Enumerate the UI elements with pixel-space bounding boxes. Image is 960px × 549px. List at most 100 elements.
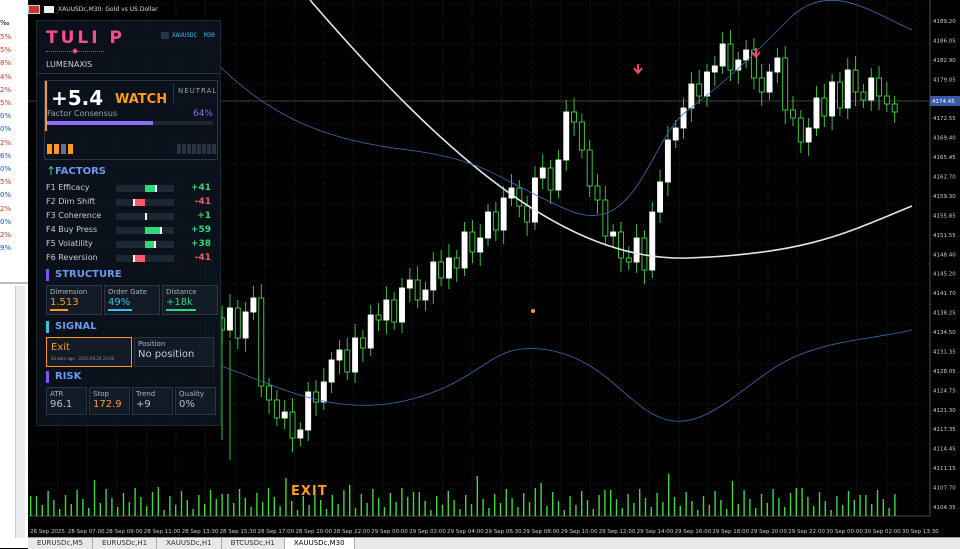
- candle: [281, 411, 288, 419]
- candle: [250, 297, 257, 313]
- price-tick-label: 4145.20: [933, 272, 956, 278]
- chart-tab[interactable]: EURUSDc,M5: [28, 538, 93, 549]
- risk-card-label: Stop: [93, 390, 109, 398]
- candle: [359, 337, 366, 349]
- factor-name: F2 Dim Shift: [46, 197, 96, 206]
- price-tick-label: 4134.50: [933, 330, 956, 336]
- consensus-segment: [61, 144, 66, 154]
- time-tick-label: 28 Sep 07:00: [68, 529, 105, 535]
- candle: [430, 261, 437, 291]
- candle: [516, 187, 523, 207]
- market-watch-header: ‰: [0, 19, 10, 27]
- risk-card: Quality 0%: [175, 387, 216, 415]
- factor-name: F3 Coherence: [46, 211, 102, 220]
- time-tick-label: 28 Sep 09:00: [106, 529, 143, 535]
- consensus-track: [47, 121, 213, 125]
- risk-card: Trend +9: [132, 387, 173, 415]
- factor-track: [116, 255, 174, 262]
- candle: [227, 307, 233, 331]
- time-tick-label: 29 Sep 10:00: [561, 529, 598, 535]
- time-tick-label: 29 Sep 04:00: [447, 529, 484, 535]
- position-label: Position: [138, 340, 166, 348]
- chart-title: XAUUSDc,M30: Gold vs US Dollar: [58, 5, 158, 13]
- chart-tab[interactable]: XAUUSDc,M30: [284, 538, 355, 549]
- candle: [578, 121, 585, 151]
- factor-row: F4 Buy Press +59: [46, 225, 216, 237]
- candle: [727, 43, 734, 71]
- chart-tab[interactable]: XAUUSDc,H1: [157, 538, 222, 549]
- candle: [813, 97, 820, 129]
- market-watch-value: 2%: [0, 138, 12, 147]
- structure-card-bar: [108, 309, 132, 311]
- consensus-segment: [68, 144, 73, 154]
- candle: [445, 257, 452, 279]
- consensus-segment: [182, 144, 186, 154]
- candle: [328, 359, 335, 383]
- score-box: +5.4 WATCH NEUTRAL Factor Consensus 64%: [44, 80, 218, 160]
- candle: [500, 197, 507, 231]
- candle: [399, 287, 405, 323]
- candle: [766, 71, 773, 93]
- candle: [555, 159, 562, 191]
- bias-label: NEUTRAL: [178, 87, 218, 95]
- candle: [586, 149, 593, 187]
- risk-card-value: 96.1: [50, 399, 73, 410]
- factor-name: F4 Buy Press: [46, 225, 98, 234]
- factor-value: +38: [190, 239, 211, 249]
- market-watch-value: 9%: [0, 244, 12, 253]
- candle: [805, 127, 812, 143]
- panel-splitter[interactable]: [0, 282, 28, 284]
- price-tick-label: 4131.35: [933, 349, 956, 355]
- chart-tab[interactable]: BTCUSDc,H1: [222, 538, 285, 549]
- exit-signal-label: EXIT: [291, 484, 328, 499]
- consensus-segment: [202, 144, 206, 154]
- usd-flag-icon: [44, 5, 54, 13]
- time-tick-label: 29 Sep 16:00: [675, 529, 712, 535]
- structure-card: Dimension 1.513: [46, 285, 102, 315]
- candle: [618, 231, 624, 259]
- signal-dot-icon: [531, 309, 535, 313]
- scrollbar[interactable]: [15, 286, 25, 538]
- candle: [649, 211, 656, 271]
- candle: [836, 81, 843, 109]
- chart-title-bar: XAUUSDc,M30: Gold vs US Dollar: [28, 3, 158, 15]
- time-tick-label: 29 Sep 20:00: [750, 529, 787, 535]
- time-tick-label: 29 Sep 18:00: [712, 529, 749, 535]
- market-watch-value: 5%: [0, 46, 12, 55]
- time-tick-label: 29 Sep 12:00: [599, 529, 636, 535]
- factor-track: [116, 227, 174, 234]
- time-tick-label: 29 Sep 14:00: [637, 529, 674, 535]
- candle: [860, 91, 867, 101]
- price-tick-label: 4128.05: [933, 369, 956, 375]
- time-tick-label: 30 Sep 13:30: [902, 529, 939, 535]
- candle: [438, 261, 445, 279]
- factor-track: [116, 241, 174, 248]
- state-divider: [173, 83, 174, 105]
- price-tick-label: 4107.70: [933, 486, 956, 492]
- candle: [234, 307, 241, 339]
- candle: [485, 211, 491, 239]
- consensus-segment: [192, 144, 196, 154]
- price-tick-label: 4141.70: [933, 291, 956, 297]
- candle: [790, 109, 796, 119]
- price-tick-label: 4165.45: [933, 155, 956, 161]
- time-tick-label: 26 Sep 2025: [30, 529, 65, 535]
- price-tick-label: 4155.85: [933, 213, 956, 219]
- time-tick-label: 28 Sep 20:00: [295, 529, 332, 535]
- price-tick-label: 4189.20: [933, 19, 956, 25]
- candle: [797, 117, 804, 143]
- chart-tab[interactable]: EURUSDc,H1: [93, 538, 158, 549]
- candle: [367, 314, 374, 349]
- candle: [891, 103, 898, 113]
- candle: [680, 107, 687, 129]
- candle: [461, 231, 468, 269]
- candle: [594, 185, 601, 201]
- structure-card-value: 49%: [108, 297, 131, 308]
- factor-value: -41: [194, 197, 211, 207]
- structure-card-value: +18k: [166, 297, 193, 308]
- chart-tab-bar: EURUSDc,M5 EURUSDc,H1 XAUUSDc,H1 BTCUSDc,H1…: [28, 537, 960, 549]
- candle: [383, 299, 390, 321]
- time-tick-label: 29 Sep 02:00: [409, 529, 446, 535]
- candle: [531, 177, 538, 223]
- candle: [844, 69, 851, 109]
